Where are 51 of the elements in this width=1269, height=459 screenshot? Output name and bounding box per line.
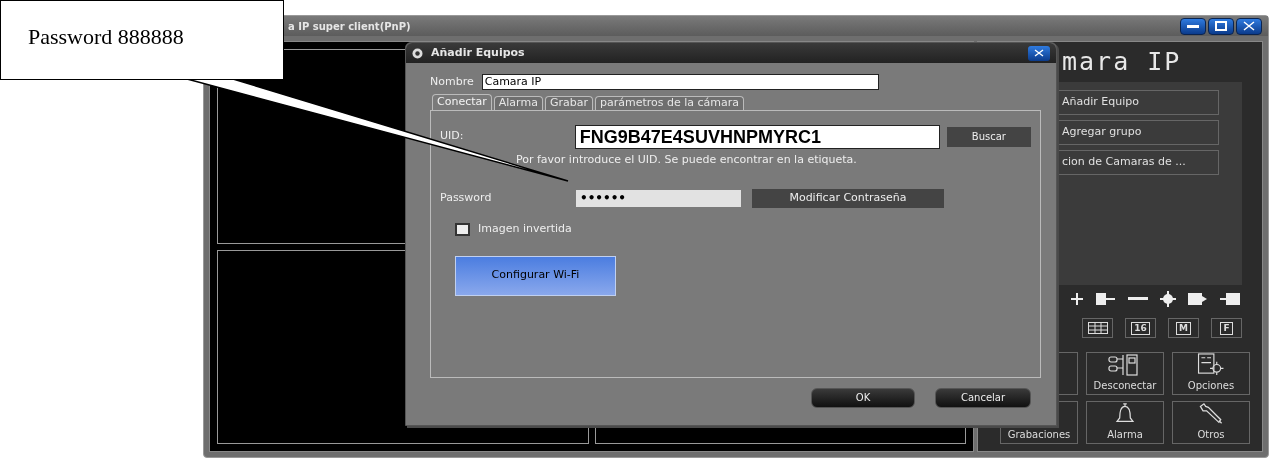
view-button[interactable]: F (1211, 318, 1242, 338)
wifi-button[interactable]: Configurar Wi-Fi (455, 255, 616, 296)
grid-view-button[interactable] (1082, 318, 1113, 338)
plus-icon[interactable] (1070, 292, 1084, 306)
panel-title: mara IP (1062, 47, 1182, 77)
close-icon (1034, 49, 1044, 57)
name-field[interactable]: Camara IP (481, 74, 879, 91)
tile-button[interactable]: Desconectar (1086, 352, 1164, 395)
callout: Password 888888 (0, 0, 284, 80)
tile-button[interactable]: Otros (1172, 401, 1250, 444)
view-button[interactable]: 16 (1125, 318, 1156, 338)
minimize-button[interactable] (1180, 17, 1206, 35)
bell-icon (1114, 402, 1136, 425)
grid-icon (1087, 322, 1108, 334)
ok-button[interactable]: OK (811, 387, 915, 408)
camera-icon (412, 47, 423, 59)
uid-label: UID: (440, 128, 465, 145)
uid-field[interactable]: FNG9B47E4SUVHNPMYRC1 (574, 124, 940, 149)
password-field[interactable]: •••••• (576, 190, 741, 207)
tab[interactable]: Grabar (544, 95, 593, 110)
action-button[interactable]: Añadir Equipo (1057, 90, 1219, 115)
action-button[interactable]: Agregar grupo (1057, 120, 1219, 145)
gear-icon[interactable] (1160, 291, 1176, 307)
password-label: Password (440, 190, 493, 207)
search-button[interactable]: Buscar (946, 126, 1031, 147)
device-icon[interactable] (1096, 292, 1116, 306)
action-button[interactable]: cion de Camaras de ... (1057, 150, 1219, 175)
view-button[interactable]: M (1168, 318, 1199, 338)
maximize-icon (1215, 21, 1227, 31)
checkbox[interactable] (455, 222, 470, 236)
export-icon[interactable] (1188, 293, 1208, 305)
tile-button[interactable]: Alarma (1086, 401, 1164, 444)
close-button[interactable] (1236, 17, 1262, 35)
cancel-button[interactable]: Cancelar (935, 387, 1031, 408)
change-password-button[interactable]: Modificar Contraseña (752, 189, 944, 208)
hint-text: Por favor introduce el UID. Se puede encontrar en la etiqueta. (516, 151, 858, 168)
tab[interactable]: Alarma (493, 95, 543, 110)
checkbox-label: Imagen invertida (478, 221, 572, 237)
dialog-title: Añadir Equipos (431, 44, 525, 61)
minimize-icon (1187, 24, 1199, 28)
settings-icon (1196, 353, 1226, 376)
import-icon[interactable] (1220, 293, 1240, 305)
tab[interactable]: parámetros de la cámara (594, 95, 744, 110)
name-label: Nombre (430, 74, 474, 90)
minus-icon[interactable] (1128, 297, 1148, 301)
tile-button[interactable]: Opciones (1172, 352, 1250, 395)
window-title: a IP super client(PnP) (288, 19, 411, 34)
tab[interactable]: Conectar (432, 93, 492, 110)
close-button[interactable] (1028, 45, 1050, 61)
maximize-button[interactable] (1208, 17, 1234, 35)
close-icon (1243, 21, 1255, 31)
